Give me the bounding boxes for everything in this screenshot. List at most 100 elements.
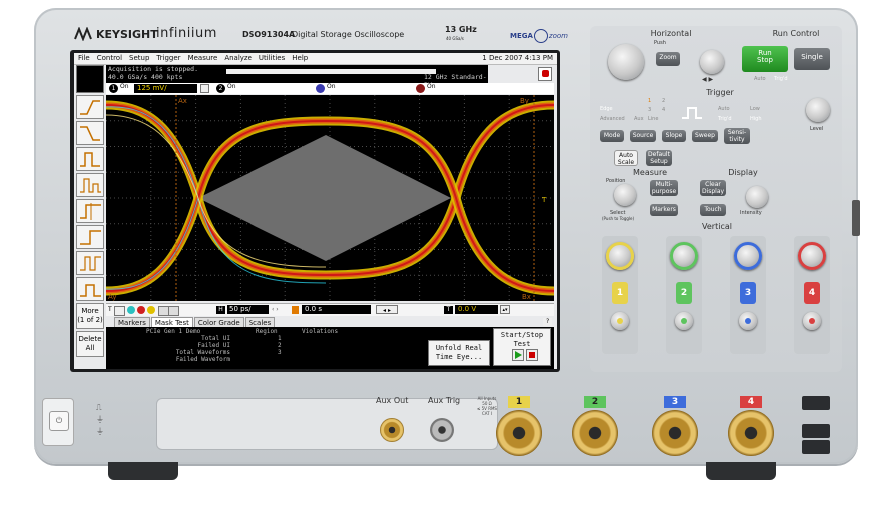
timebase-arrows[interactable]: ‹ › bbox=[272, 305, 288, 314]
trigger-level[interactable]: 0.0 V bbox=[455, 305, 498, 314]
horizontal-scale-knob[interactable] bbox=[608, 44, 644, 80]
toolbar-setup-hold[interactable] bbox=[76, 199, 104, 223]
thumbnail-preview[interactable] bbox=[76, 65, 104, 93]
power-button[interactable]: ⏻ bbox=[49, 411, 69, 431]
marker-by-label: By bbox=[520, 97, 529, 105]
channel-2-scale-knob[interactable] bbox=[670, 242, 698, 270]
sweep-button[interactable]: Sweep bbox=[692, 130, 718, 142]
channel-4-offset-knob[interactable] bbox=[803, 312, 821, 330]
trigger-level-knob[interactable] bbox=[806, 98, 830, 122]
channel-4-state: On bbox=[427, 83, 436, 90]
unfold-real-time-eye-button[interactable]: Unfold Real Time Eye... bbox=[428, 340, 490, 366]
trigger-source-1: 1 bbox=[648, 98, 652, 104]
side-handle bbox=[852, 200, 860, 236]
usb-port-2[interactable] bbox=[802, 424, 830, 438]
menu-file[interactable]: File bbox=[78, 54, 90, 62]
toolbar-transition[interactable] bbox=[76, 251, 104, 275]
menu-utilities[interactable]: Utilities bbox=[259, 54, 285, 62]
toolbar-runt[interactable] bbox=[76, 173, 104, 197]
trigger-level-stepper[interactable]: ▴▾ bbox=[500, 305, 510, 314]
menu-control[interactable]: Control bbox=[97, 54, 122, 62]
menu-measure[interactable]: Measure bbox=[188, 54, 218, 62]
channel-3-button[interactable]: 3 bbox=[740, 282, 756, 304]
waveform-graticule[interactable]: Ax By Ay Bx T bbox=[106, 95, 554, 301]
channel-3-scale-knob[interactable] bbox=[734, 242, 762, 270]
menu-trigger[interactable]: Trigger bbox=[156, 54, 180, 62]
source-button[interactable]: Source bbox=[630, 130, 656, 142]
input-2-connector[interactable] bbox=[572, 410, 618, 456]
channel-1-coupling-button[interactable] bbox=[200, 84, 209, 93]
color-red-swatch[interactable] bbox=[137, 306, 145, 314]
channel-1-offset-knob[interactable] bbox=[611, 312, 629, 330]
toolbar-timeout[interactable] bbox=[76, 225, 104, 249]
single-button[interactable]: Single bbox=[794, 48, 830, 70]
input-3-connector[interactable] bbox=[652, 410, 698, 456]
channel-3-offset-knob[interactable] bbox=[739, 312, 757, 330]
toolbar-pulse[interactable] bbox=[76, 147, 104, 171]
channel-4-badge[interactable] bbox=[416, 84, 425, 93]
toolbar-edge-rise[interactable] bbox=[76, 95, 104, 119]
color-yellow-swatch[interactable] bbox=[147, 306, 155, 314]
delay-step-buttons[interactable]: ◂ ▸ bbox=[376, 305, 398, 314]
usb-port-3[interactable] bbox=[802, 440, 830, 454]
toolbar-edge-fall[interactable] bbox=[76, 121, 104, 145]
stop-test-button[interactable] bbox=[526, 349, 538, 361]
trigger-level-marker[interactable]: T bbox=[541, 196, 547, 204]
channel-2-badge[interactable]: 2 bbox=[216, 84, 225, 93]
brightness-button[interactable] bbox=[168, 306, 179, 316]
start-test-button[interactable] bbox=[512, 349, 524, 361]
channel-2-button[interactable]: 2 bbox=[676, 282, 692, 304]
horizontal-delay[interactable]: 0.0 s bbox=[302, 305, 371, 314]
channel-4-button[interactable]: 4 bbox=[804, 282, 820, 304]
display-section-title: Display bbox=[728, 168, 758, 177]
right-foot bbox=[706, 462, 776, 480]
clear-display-button[interactable]: Clear Display bbox=[700, 180, 726, 196]
intensity-knob[interactable] bbox=[746, 186, 768, 208]
autoscale-button[interactable]: Auto Scale bbox=[614, 150, 638, 166]
results-title: PCIe Gen 1 Demo bbox=[146, 328, 201, 335]
channel-1-state: On bbox=[120, 83, 129, 90]
channel-3-badge[interactable] bbox=[316, 84, 325, 93]
multipurpose-button[interactable]: Multi- purpose bbox=[650, 180, 678, 196]
channel-1-scale-knob[interactable] bbox=[606, 242, 634, 270]
channel-1-scale[interactable]: 125 mV/ bbox=[134, 84, 197, 93]
timebase-bar: T H 50 ps/ ‹ › 0.0 s ◂ ▸ T 0.0 V ▴▾ bbox=[106, 303, 554, 316]
menu-setup[interactable]: Setup bbox=[129, 54, 149, 62]
slope-button[interactable]: Slope bbox=[662, 130, 686, 142]
run-stop-button[interactable]: Run Stop bbox=[742, 46, 788, 72]
horizontal-badge: H bbox=[216, 306, 225, 314]
start-stop-test-label: Start/Stop Test bbox=[500, 331, 544, 348]
run-auto-indicator: Auto bbox=[754, 76, 766, 82]
aux-out-connector[interactable] bbox=[380, 418, 404, 442]
sensitivity-low: Low bbox=[750, 106, 760, 112]
toolbar-window[interactable] bbox=[76, 277, 104, 301]
timebase-scale[interactable]: 50 ps/ bbox=[227, 305, 269, 314]
setup-hold-icon bbox=[80, 203, 101, 220]
horizontal-position-knob[interactable] bbox=[700, 50, 724, 74]
usb-port-1[interactable] bbox=[802, 396, 830, 410]
sensitivity-button[interactable]: Sensi- tivity bbox=[724, 128, 750, 144]
menu-help[interactable]: Help bbox=[292, 54, 308, 62]
default-setup-button[interactable]: Default Setup bbox=[646, 150, 672, 166]
stop-indicator[interactable] bbox=[538, 67, 552, 81]
touch-button[interactable]: Touch bbox=[700, 204, 726, 216]
input-1-connector[interactable] bbox=[496, 410, 542, 456]
marker-position-knob[interactable] bbox=[614, 184, 636, 206]
channel-4-scale-knob[interactable] bbox=[798, 242, 826, 270]
more-button[interactable]: More (1 of 2) bbox=[76, 303, 104, 329]
trigger-slope-button[interactable] bbox=[114, 306, 125, 316]
channel-1-badge[interactable]: 1 bbox=[109, 84, 118, 93]
menu-analyze[interactable]: Analyze bbox=[224, 54, 252, 62]
mode-button[interactable]: Mode bbox=[600, 130, 624, 142]
transition-icon bbox=[80, 256, 101, 271]
input-4-connector[interactable] bbox=[728, 410, 774, 456]
help-button[interactable]: ? bbox=[543, 318, 552, 326]
zoom-button[interactable]: Zoom bbox=[656, 52, 680, 66]
aux-trig-connector[interactable] bbox=[430, 418, 454, 442]
delete-all-button[interactable]: Delete All bbox=[76, 331, 104, 357]
color-cyan-swatch[interactable] bbox=[127, 306, 135, 314]
channel-1-button[interactable]: 1 bbox=[612, 282, 628, 304]
channel-2-offset-knob[interactable] bbox=[675, 312, 693, 330]
markers-button[interactable]: Markers bbox=[650, 204, 678, 216]
display-screen[interactable]: File Control Setup Trigger Measure Analyze Uti… bbox=[74, 53, 557, 369]
